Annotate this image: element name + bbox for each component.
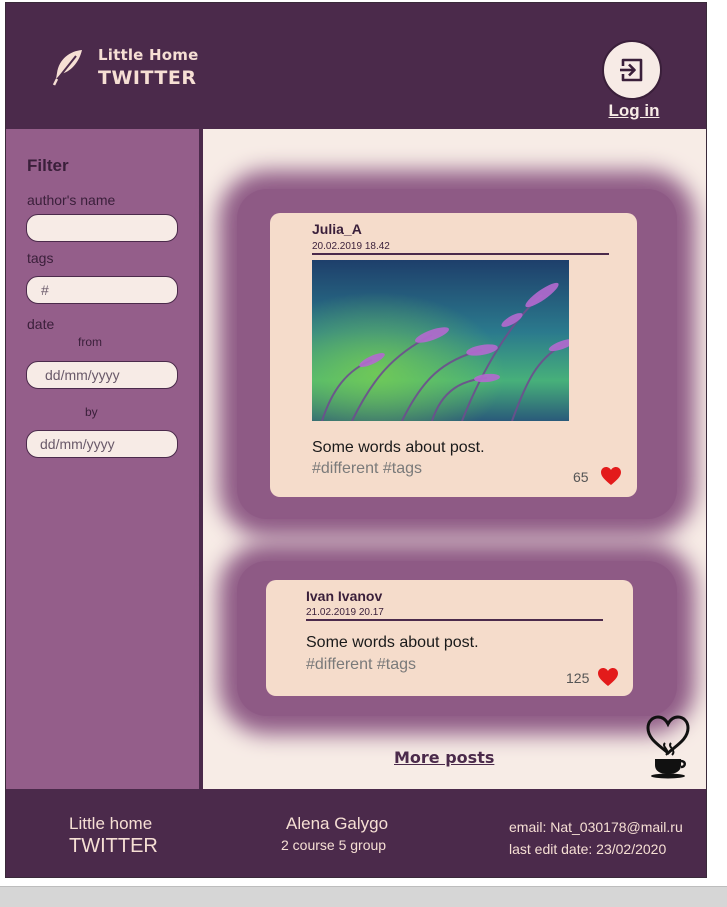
logo-title-big: TWITTER xyxy=(98,67,197,89)
filter-title: Filter xyxy=(27,156,69,175)
scrollbar-track[interactable] xyxy=(709,0,727,886)
post-divider xyxy=(312,253,609,255)
heart-icon[interactable] xyxy=(600,466,622,486)
footer-email[interactable]: email: Nat_030178@mail.ru xyxy=(509,819,683,835)
date-label: date xyxy=(27,316,55,332)
sign-in-icon xyxy=(620,58,643,82)
like-count: 125 xyxy=(566,670,590,686)
date-from-label: from xyxy=(78,335,102,349)
date-by-label: by xyxy=(85,405,98,419)
posts-feed: Julia_A 20.02.2019 18.42 Some words abou… xyxy=(203,129,706,789)
post-text: Some words about post. xyxy=(306,634,479,651)
tags-label: tags xyxy=(27,250,54,266)
tags-input[interactable]: # xyxy=(26,276,178,304)
post-date: 20.02.2019 18.42 xyxy=(312,241,390,252)
author-name-input[interactable] xyxy=(26,214,178,242)
footer-brand-small: Little home xyxy=(69,814,153,833)
footer-brand-big: TWITTER xyxy=(69,835,158,857)
filter-sidebar: Filter author's name tags # date from dd… xyxy=(6,129,199,789)
page: Little Home TWITTER Log in Filter author… xyxy=(5,2,707,878)
post-author[interactable]: Ivan Ivanov xyxy=(306,588,382,604)
author-name-label: author's name xyxy=(27,192,116,208)
post-date: 21.02.2019 20.17 xyxy=(306,607,384,618)
footer: Little home TWITTER Alena Galygo 2 cours… xyxy=(6,789,706,877)
more-posts-link[interactable]: More posts xyxy=(394,748,494,767)
horizontal-scrollbar[interactable] xyxy=(0,886,727,907)
login-link[interactable]: Log in xyxy=(602,101,666,121)
post-card: Ivan Ivanov 21.02.2019 20.17 Some words … xyxy=(266,580,633,696)
heart-icon[interactable] xyxy=(597,667,619,687)
post-card: Julia_A 20.02.2019 18.42 Some words abou… xyxy=(270,213,637,497)
post-divider xyxy=(306,619,603,621)
post-image xyxy=(312,260,569,421)
post-author[interactable]: Julia_A xyxy=(312,221,362,237)
post-tags[interactable]: #different #tags xyxy=(306,656,416,674)
login-button[interactable] xyxy=(602,40,662,100)
post-tags[interactable]: #different #tags xyxy=(312,460,422,478)
coffee-cup-icon xyxy=(646,715,690,779)
logo-title-small: Little Home xyxy=(98,46,199,64)
footer-author-group: 2 course 5 group xyxy=(281,837,387,853)
like-count: 65 xyxy=(573,469,589,485)
post-text: Some words about post. xyxy=(312,439,485,456)
date-by-input[interactable]: dd/mm/yyyy xyxy=(26,430,178,458)
footer-author-name: Alena Galygo xyxy=(286,814,389,833)
footer-last-edit: last edit date: 23/02/2020 xyxy=(509,841,667,857)
date-from-input[interactable]: dd/mm/yyyy xyxy=(26,361,178,389)
feather-icon xyxy=(52,50,82,86)
header: Little Home TWITTER Log in xyxy=(6,3,706,129)
